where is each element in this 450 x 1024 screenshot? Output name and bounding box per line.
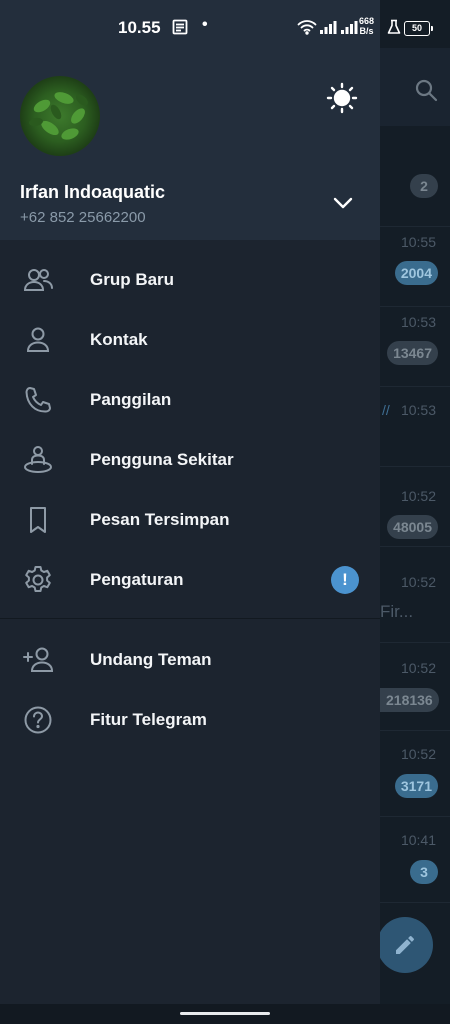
menu-item-invite-friends[interactable]: Undang Teman <box>0 630 380 690</box>
network-speed: 668 B/s <box>359 16 374 36</box>
navigation-drawer: Irfan Indoaquatic +62 852 25662200 Grup … <box>0 0 380 1004</box>
chat-time: 10:53 <box>400 314 436 330</box>
day-mode-toggle-icon[interactable] <box>326 82 358 114</box>
menu-item-calls[interactable]: Panggilan <box>0 370 380 430</box>
bookmark-icon <box>22 505 54 535</box>
menu-item-saved-messages[interactable]: Pesan Tersimpan <box>0 490 380 550</box>
menu-label: Fitur Telegram <box>90 710 207 729</box>
chat-time: 10:41 <box>400 832 436 848</box>
menu-item-settings[interactable]: Pengaturan ! <box>0 550 380 610</box>
help-circle-icon <box>22 705 54 735</box>
chat-row[interactable]: 10:52 3171 <box>380 736 450 817</box>
menu-label: Kontak <box>90 330 148 349</box>
chat-time: 10:52 <box>400 488 436 504</box>
unread-badge: 2004 <box>394 261 438 285</box>
chat-row[interactable]: 10:55 2004 <box>380 226 450 307</box>
chevron-down-icon[interactable] <box>331 193 355 213</box>
chat-row[interactable]: 10:53 13467 <box>380 306 450 387</box>
phone-icon <box>22 385 54 415</box>
person-icon <box>22 325 54 355</box>
chat-row[interactable]: 10:41 3 <box>380 822 450 903</box>
signal-icon-2 <box>340 19 358 40</box>
menu-label: Pengguna Sekitar <box>90 450 234 469</box>
compose-button[interactable] <box>377 917 433 973</box>
pencil-icon <box>396 935 414 954</box>
chat-row[interactable]: 10:52 48005 <box>380 466 450 547</box>
menu-item-contacts[interactable]: Kontak <box>0 310 380 370</box>
search-icon[interactable] <box>414 78 438 102</box>
gear-icon <box>22 565 54 595</box>
menu-label: Grup Baru <box>90 270 175 289</box>
unread-badge: 3 <box>410 860 438 884</box>
read-check-icon: // <box>382 402 390 418</box>
settings-alert-badge: ! <box>331 566 359 594</box>
chat-row[interactable]: 10:52 218136 <box>380 650 450 731</box>
chat-time: 10:52 <box>400 660 436 676</box>
notification-icon <box>172 19 188 40</box>
chat-time: 10:52 <box>400 746 436 762</box>
menu-item-new-group[interactable]: Grup Baru <box>0 250 380 310</box>
menu-divider <box>0 618 380 619</box>
chat-row[interactable]: // 10:53 <box>380 386 450 467</box>
group-icon <box>22 265 54 295</box>
chat-row[interactable]: 10:52 Fir... <box>380 562 450 643</box>
nearby-people-icon <box>22 445 54 475</box>
status-time: 10.55 <box>118 18 161 37</box>
profile-name: Irfan Indoaquatic <box>20 182 166 202</box>
wifi-icon <box>297 19 317 40</box>
unread-badge: 48005 <box>387 515 438 539</box>
chat-preview: Fir... <box>380 602 414 621</box>
profile-phone: +62 852 25662200 <box>20 209 146 226</box>
menu-label: Pengaturan <box>90 570 184 589</box>
status-dot: • <box>202 16 208 33</box>
chat-time: 10:52 <box>400 574 436 590</box>
unread-badge: 13467 <box>387 341 438 365</box>
unread-badge: 3171 <box>394 774 438 798</box>
menu-label: Panggilan <box>90 390 172 409</box>
system-navigation-bar <box>0 1004 450 1024</box>
status-bar: 10.55 • 668 B/s 50 <box>0 0 450 56</box>
chat-time: 10:53 <box>400 402 436 418</box>
avatar[interactable] <box>20 76 100 156</box>
chat-row[interactable]: 2 <box>380 146 450 227</box>
menu-item-nearby-people[interactable]: Pengguna Sekitar <box>0 430 380 490</box>
unread-badge: 2 <box>410 174 438 198</box>
menu-item-telegram-features[interactable]: Fitur Telegram <box>0 690 380 750</box>
chat-time: 10:55 <box>400 234 436 250</box>
add-person-icon <box>22 645 54 675</box>
menu-label: Pesan Tersimpan <box>90 510 230 529</box>
network-speed-value: 668 <box>359 16 375 26</box>
flask-icon <box>387 19 401 40</box>
menu-label: Undang Teman <box>90 650 212 669</box>
battery-indicator: 50 <box>404 21 433 36</box>
home-indicator[interactable] <box>180 1012 270 1015</box>
signal-icon <box>319 19 337 40</box>
network-speed-unit: B/s <box>359 26 374 36</box>
unread-badge: 218136 <box>380 688 439 712</box>
